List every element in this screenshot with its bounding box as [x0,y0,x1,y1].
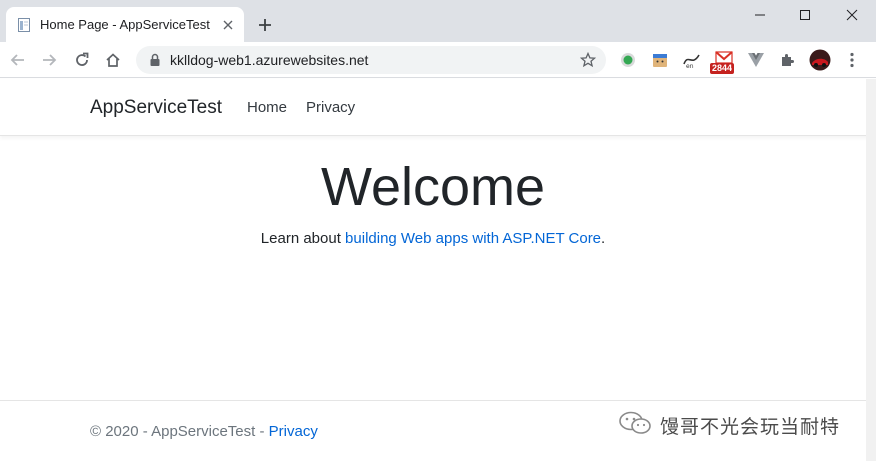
green-dot-extension-icon[interactable] [617,49,639,71]
page-favicon-icon [16,17,32,33]
close-tab-icon[interactable] [218,15,238,35]
profile-avatar-icon[interactable] [809,49,831,71]
browser-tab[interactable]: Home Page - AppServiceTest [6,7,244,42]
tab-strip: Home Page - AppServiceTest [0,0,876,42]
home-icon[interactable] [101,48,125,72]
watermark-text: 馒哥不光会玩当耐特 [660,416,841,438]
wechat-icon [618,410,654,441]
footer-text: © 2020 - AppServiceTest - Privacy [90,423,318,440]
copyright-text: © 2020 - AppServiceTest - [90,423,269,440]
bookmark-star-icon[interactable] [578,50,598,70]
reload-icon[interactable] [70,48,94,72]
aspnet-docs-link[interactable]: building Web apps with ASP.NET Core [345,230,601,247]
lock-icon[interactable] [148,53,162,67]
page-scrollbar[interactable] [866,79,876,461]
extensions-puzzle-icon[interactable] [777,49,799,71]
welcome-heading: Welcome [320,157,546,217]
vue-devtools-extension-icon[interactable] [745,49,767,71]
address-bar[interactable]: kklldog-web1.azurewebsites.net [136,46,606,74]
new-tab-icon[interactable] [254,14,276,36]
browser-menu-icon[interactable] [841,49,863,71]
learn-paragraph: Learn about building Web apps with ASP.N… [0,230,866,247]
extension-badge: 2844 [710,63,735,74]
site-navbar: AppServiceTest Home Privacy [0,79,876,136]
box-face-extension-icon[interactable] [649,49,671,71]
nav-link-home[interactable]: Home [247,99,287,116]
watermark: 馒哥不光会玩当耐特 [618,410,840,441]
back-icon[interactable] [6,48,30,72]
learn-suffix-text: . [601,230,606,247]
maximize-icon[interactable] [793,4,817,26]
site-brand-link[interactable]: AppServiceTest [90,97,222,119]
nav-link-privacy[interactable]: Privacy [306,99,355,116]
minimize-icon[interactable] [748,4,772,26]
learn-prefix-text: Learn about [260,230,346,247]
url-text[interactable]: kklldog-web1.azurewebsites.net [170,52,578,68]
svg-text:en: en [686,63,694,69]
close-window-icon[interactable] [840,4,864,26]
forward-icon[interactable] [37,48,61,72]
tab-title: Home Page - AppServiceTest [40,17,210,32]
footer-privacy-link[interactable]: Privacy [269,423,318,440]
translate-extension-icon[interactable]: en [681,49,703,71]
browser-toolbar: kklldog-web1.azurewebsites.net en [0,42,876,78]
